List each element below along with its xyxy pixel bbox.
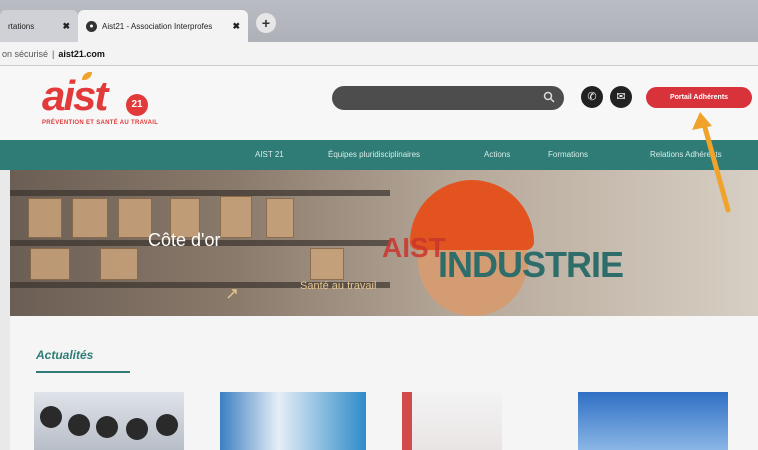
tab-label: Aist21 - Association Interprofes [102,21,213,31]
person-figure [68,414,90,436]
address-domain: aist21.com [58,48,105,59]
news-heading: Actualités [36,348,94,362]
close-icon[interactable]: ✖ [62,21,70,32]
hero-banner: Côte d'or AIST INDUSTRIE Santé au travai… [10,170,758,316]
site-header: aist 21 PRÉVENTION ET SANTÉ AU TRAVAIL ✆… [0,66,758,140]
search-icon[interactable] [543,91,555,103]
hero-location: Côte d'or [148,230,221,250]
warehouse-box [30,248,70,280]
warehouse-shelf [10,190,390,196]
hero-headline: INDUSTRIE [438,244,624,285]
person-figure [126,418,148,440]
news-heading-underline [36,371,130,373]
search-input[interactable] [332,86,564,110]
aist21-logo[interactable]: aist 21 PRÉVENTION ET SANTÉ AU TRAVAIL [42,72,159,126]
new-tab-button[interactable]: + [256,13,276,33]
favicon-icon: ● [86,20,97,32]
news-thumbnail[interactable] [34,392,184,450]
browser-tab-active[interactable]: ● Aist21 - Association Interprofes ✖ [78,10,248,42]
browser-tab[interactable]: rtations ✖ [0,10,78,42]
warehouse-box [310,248,344,280]
logo-tagline: PRÉVENTION ET SANTÉ AU TRAVAIL [42,120,159,126]
news-thumbnail[interactable] [220,392,366,450]
warehouse-box [28,198,62,238]
person-figure [40,406,62,428]
expand-icon[interactable] [226,288,238,300]
browser-tab-bar: rtations ✖ ● Aist21 - Association Interp… [0,0,758,42]
hero-subtitle: Santé au travail [300,280,377,292]
address-separator: | [52,48,55,59]
hero-aist-overlay: AIST [382,232,446,263]
annotation-arrow-icon [692,112,731,213]
mail-icon[interactable]: ✉ [610,86,632,108]
nav-item-actions[interactable]: Actions [484,140,510,170]
address-bar[interactable]: on sécurisé | aist21.com [0,42,758,66]
phone-icon[interactable]: ✆ [581,86,603,108]
main-nav: AIST 21 Équipes pluridisciplinaires Acti… [0,140,758,170]
warehouse-box [100,248,138,280]
nav-item-equipes[interactable]: Équipes pluridisciplinaires [328,140,420,170]
warehouse-box [72,198,108,238]
person-figure [96,416,118,438]
warehouse-box [118,198,152,238]
warehouse-box [220,196,252,238]
news-section: Actualités [10,316,758,450]
nav-item-aist21[interactable]: AIST 21 [255,140,284,170]
warehouse-box [266,198,294,238]
tab-label: rtations [8,21,35,31]
close-icon[interactable]: ✖ [232,21,240,32]
security-status: on sécurisé [2,48,49,59]
member-portal-button[interactable]: Portail Adhérents [646,87,752,108]
person-figure [156,414,178,436]
logo-badge: 21 [126,94,148,116]
nav-item-formations[interactable]: Formations [548,140,588,170]
news-thumbnail[interactable] [578,392,728,450]
news-thumbnail[interactable] [402,392,502,450]
